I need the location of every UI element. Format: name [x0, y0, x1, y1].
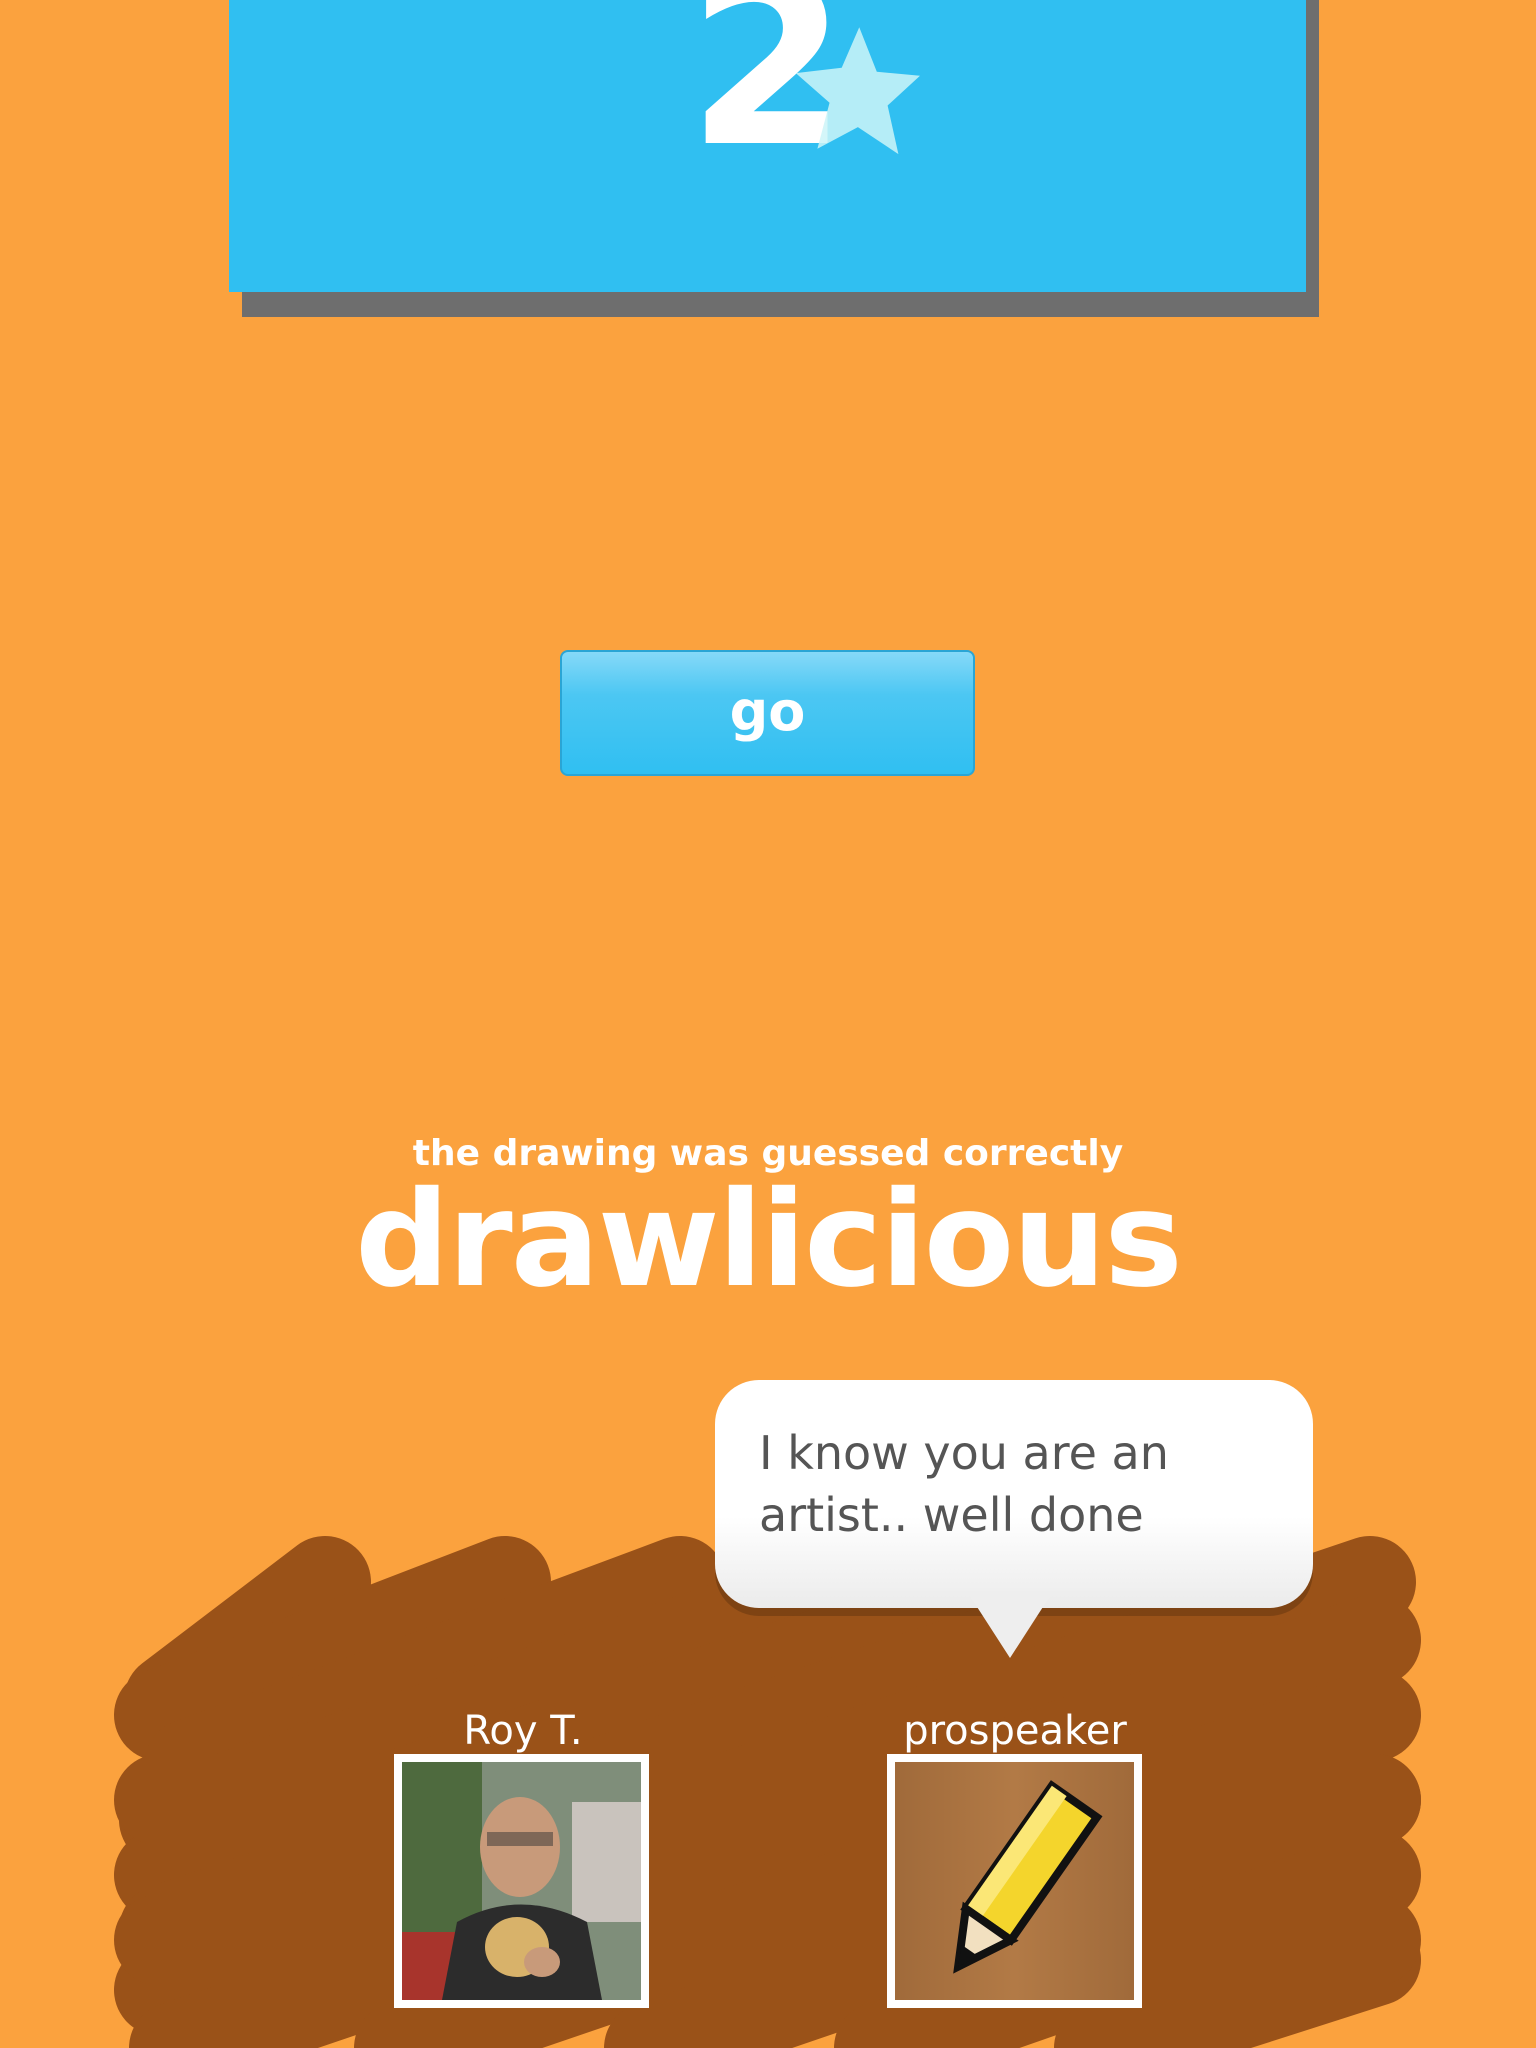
score-number: 2	[687, 0, 848, 198]
score-card: 2	[229, 0, 1306, 292]
player-name-roy: Roy T.	[463, 1708, 583, 1754]
player-name-prospeaker: prospeaker	[903, 1708, 1127, 1754]
default-avatar	[895, 1762, 1134, 2000]
speech-bubble: I know you are an artist.. well done	[715, 1380, 1313, 1608]
result-headline: drawlicious	[355, 1163, 1183, 1317]
avatar-roy[interactable]	[394, 1754, 649, 2008]
star-icon	[795, 27, 920, 155]
user-photo	[402, 1762, 641, 2000]
speech-bubble-tail	[970, 1596, 1050, 1658]
pencil-icon	[953, 1780, 1103, 1974]
speech-bubble-text: I know you are an artist.. well done	[759, 1426, 1169, 1542]
avatar-prospeaker[interactable]	[887, 1754, 1142, 2008]
go-button[interactable]: go	[560, 650, 975, 776]
